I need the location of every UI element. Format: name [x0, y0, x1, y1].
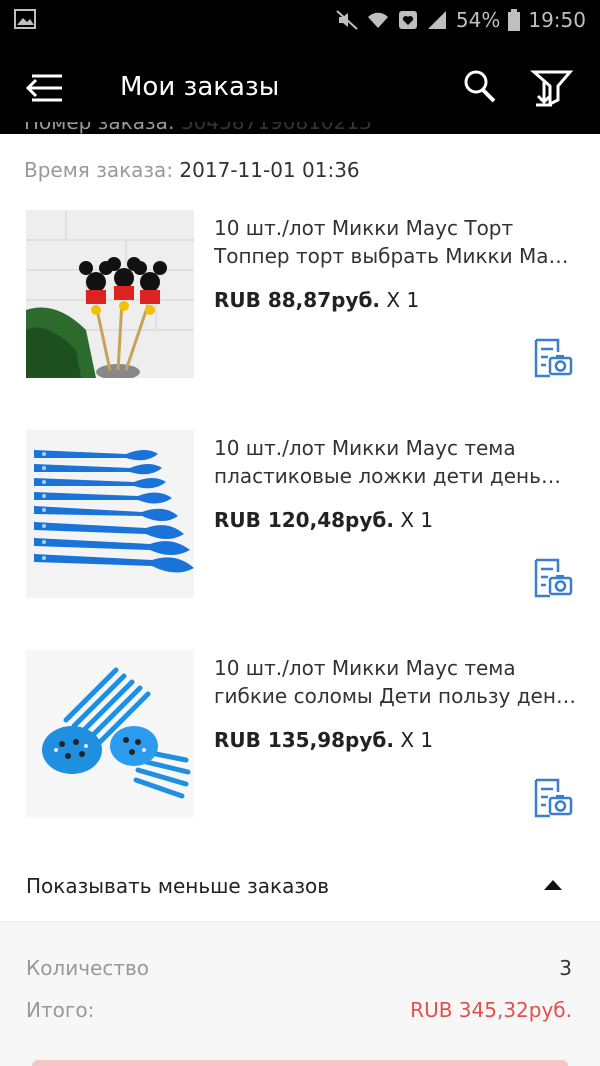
product-image-straws[interactable] — [26, 650, 194, 818]
quantity-label: Количество — [26, 956, 150, 980]
search-icon[interactable] — [462, 68, 498, 106]
filter-icon[interactable] — [530, 68, 574, 108]
menu-icon[interactable] — [22, 70, 68, 106]
product-price: RUB 135,98руб. — [214, 728, 394, 752]
show-less-label: Показывать меньше заказов — [26, 874, 329, 898]
show-less-orders-button[interactable]: Показывать меньше заказов — [0, 856, 600, 922]
product-price-line: RUB 88,87руб. X 1 — [214, 288, 419, 312]
product-price: RUB 88,87руб. — [214, 288, 381, 312]
order-number: Номер заказа: 504587190810213 — [24, 122, 372, 146]
order-time: Время заказа: 2017-11-01 01:36 — [24, 158, 360, 182]
battery-icon — [508, 9, 521, 31]
bottom-action-button[interactable] — [32, 1060, 568, 1066]
order-time-value: 2017-11-01 01:36 — [179, 158, 360, 182]
product-qty: X 1 — [386, 288, 420, 312]
product-price: RUB 120,48руб. — [214, 508, 394, 532]
product-image-spoons[interactable] — [26, 430, 194, 598]
product-title[interactable]: 10 шт./лот Микки Маус Торт Топпер торт в… — [214, 214, 580, 270]
total-label: Итого: — [26, 998, 95, 1022]
status-bar: 54% 19:50 — [0, 0, 600, 42]
order-number-label: Номер заказа: — [24, 122, 175, 134]
quantity-value: 3 — [559, 956, 572, 980]
product-qty: X 1 — [400, 728, 434, 752]
product-price-line: RUB 120,48руб. X 1 — [214, 508, 433, 532]
add-review-photo-icon[interactable] — [530, 336, 574, 380]
product-image-cake-topper[interactable] — [26, 210, 194, 378]
app-bar: Мои заказы — [0, 42, 600, 134]
mute-icon — [336, 10, 358, 30]
wifi-icon — [366, 10, 390, 30]
order-item[interactable]: 10 шт./лот Микки Маус тема гибкие соломы… — [0, 650, 600, 850]
product-title[interactable]: 10 шт./лот Микки Маус тема гибкие соломы… — [214, 654, 580, 710]
order-number-value: 504587190810213 — [180, 122, 372, 134]
total-value: RUB 345,32руб. — [410, 998, 572, 1022]
signal-icon — [426, 10, 448, 30]
gallery-notification-icon — [14, 9, 36, 33]
add-review-photo-icon[interactable] — [530, 556, 574, 600]
battery-percent: 54% — [455, 8, 501, 32]
heart-icon — [398, 10, 418, 30]
product-price-line: RUB 135,98руб. X 1 — [214, 728, 433, 752]
add-review-photo-icon[interactable] — [530, 776, 574, 820]
order-time-label: Время заказа: — [24, 158, 174, 182]
page-title: Мои заказы — [120, 72, 280, 102]
order-summary: Количество 3 Итого: RUB 345,32руб. — [0, 922, 600, 1066]
caret-up-icon — [544, 880, 562, 890]
clock: 19:50 — [528, 8, 586, 32]
order-item[interactable]: 10 шт./лот Микки Маус Торт Топпер торт в… — [0, 210, 600, 410]
product-title[interactable]: 10 шт./лот Микки Маус тема пластиковые л… — [214, 434, 580, 490]
product-qty: X 1 — [400, 508, 434, 532]
order-item[interactable]: 10 шт./лот Микки Маус тема пластиковые л… — [0, 430, 600, 630]
